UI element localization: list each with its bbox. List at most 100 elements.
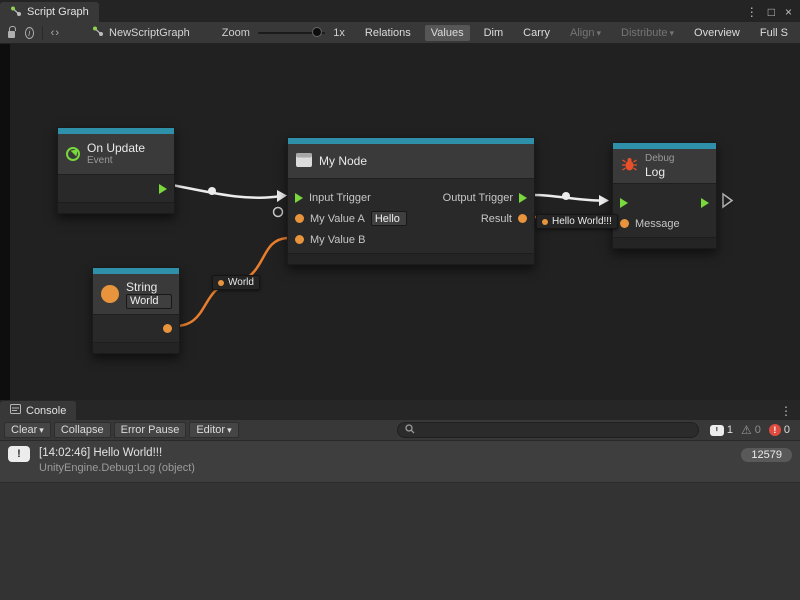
clear-label: Clear [11, 423, 37, 437]
node-footer [93, 342, 179, 353]
error-count-toggle[interactable]: !0 [769, 424, 790, 436]
toolbar-separator [42, 26, 43, 40]
console-search-field[interactable] [397, 422, 699, 438]
info-icon[interactable]: i [25, 27, 34, 39]
zoom-value: 1x [333, 27, 345, 39]
console-log-entry[interactable]: ! [14:02:46] Hello World!!! UnityEngine.… [0, 441, 800, 483]
code-icon[interactable]: ‹ › [51, 27, 58, 39]
warning-count-toggle[interactable]: ⚠0 [741, 424, 761, 436]
lock-icon[interactable] [8, 31, 15, 38]
port-label: Message [635, 218, 680, 230]
toolbar-button-dim[interactable]: Dim [478, 25, 510, 41]
node-title: My Node [319, 154, 367, 168]
maximize-icon[interactable]: □ [768, 5, 775, 19]
string-icon [101, 285, 119, 303]
node-subtitle: Event [87, 155, 145, 167]
node-footer [288, 253, 534, 264]
input-trigger-port[interactable] [620, 198, 628, 208]
editor-button[interactable]: Editor▾ [189, 422, 238, 438]
chevron-down-icon: ▾ [670, 28, 675, 38]
tab-label: Script Graph [27, 6, 89, 18]
message-port[interactable] [620, 219, 629, 228]
port-label: Output Trigger [443, 192, 513, 204]
collapse-button[interactable]: Collapse [54, 422, 111, 438]
node-debug-log[interactable]: Debug Log Message [612, 142, 717, 249]
window-controls: ⋮ □ × [746, 5, 800, 22]
error-count: 0 [784, 424, 790, 436]
my-node-icon [296, 153, 312, 170]
window-tab-bar: Script Graph ⋮ □ × [0, 0, 800, 22]
search-icon [405, 424, 415, 437]
toolbar-button-distribute[interactable]: Distribute▾ [615, 25, 680, 41]
output-trigger-port[interactable] [519, 193, 527, 203]
window-menu-icon[interactable]: ⋮ [746, 5, 758, 19]
error-pause-button[interactable]: Error Pause [114, 422, 187, 438]
align-label: Align [570, 27, 594, 39]
node-string[interactable]: String [92, 267, 180, 354]
tab-script-graph[interactable]: Script Graph [0, 2, 99, 22]
info-log-icon: ! [710, 425, 724, 436]
node-title: On Update [87, 141, 145, 155]
play-indicator-icon [723, 194, 732, 207]
wire-value-chip-result: Hello World!!! [536, 214, 618, 229]
output-trigger-port[interactable] [159, 184, 167, 194]
flow-dot [562, 192, 570, 200]
console-log-list[interactable]: ! [14:02:46] Hello World!!! UnityEngine.… [0, 441, 800, 600]
string-value-input[interactable] [126, 294, 172, 309]
console-search-input[interactable] [419, 424, 691, 436]
input-trigger-port[interactable] [295, 193, 303, 203]
graph-canvas[interactable]: On Update Event String [0, 44, 800, 400]
zoom-slider-knob[interactable] [312, 27, 322, 37]
wire-arrowhead [599, 195, 609, 206]
zoom-label: Zoom [222, 27, 250, 39]
my-value-a-port[interactable] [295, 214, 304, 223]
clear-button[interactable]: Clear▾ [4, 422, 51, 438]
warning-count: 0 [755, 424, 761, 436]
wire-value-label: Hello World!!! [552, 216, 612, 227]
result-port[interactable] [518, 214, 527, 223]
script-graph-icon [10, 5, 22, 20]
console-tab-label: Console [26, 405, 66, 417]
info-count: 1 [727, 424, 733, 436]
port-label: My Value B [310, 234, 365, 246]
my-value-b-port[interactable] [295, 235, 304, 244]
toolbar-button-overview[interactable]: Overview [688, 25, 746, 41]
port-label: Input Trigger [309, 192, 371, 204]
graph-name-label: NewScriptGraph [109, 27, 190, 39]
my-value-a-input[interactable] [371, 211, 407, 226]
bug-icon [621, 157, 638, 175]
on-update-icon [66, 147, 80, 161]
info-count-toggle[interactable]: !1 [710, 424, 733, 436]
toolbar-button-align[interactable]: Align▾ [564, 25, 607, 41]
log-message: [14:02:46] Hello World!!! [39, 446, 732, 461]
warning-icon: ⚠ [741, 424, 752, 436]
console-icon [10, 404, 21, 417]
flow-dot [208, 187, 216, 195]
error-icon: ! [769, 424, 781, 436]
node-footer [58, 202, 174, 213]
log-stacktrace: UnityEngine.Debug:Log (object) [39, 461, 732, 476]
console-menu-icon[interactable]: ⋮ [780, 404, 800, 420]
toolbar-button-carry[interactable]: Carry [517, 25, 556, 41]
toolbar-button-relations[interactable]: Relations [359, 25, 417, 41]
chevron-down-icon: ▾ [227, 423, 232, 437]
toolbar-button-values[interactable]: Values [425, 25, 470, 41]
console-count-toggles: !1 ⚠0 !0 [710, 424, 796, 436]
tab-console[interactable]: Console [0, 401, 76, 420]
zoom-slider[interactable] [258, 32, 325, 34]
node-my-node[interactable]: My Node Input Trigger Output Trigger My … [287, 137, 535, 265]
node-title: Log [645, 165, 674, 179]
console-toolbar: Clear▾ Collapse Error Pause Editor▾ !1 ⚠… [0, 420, 800, 441]
node-on-update[interactable]: On Update Event [57, 127, 175, 214]
close-icon[interactable]: × [785, 5, 792, 19]
string-output-port[interactable] [163, 324, 172, 333]
chevron-down-icon: ▾ [39, 423, 44, 437]
console-panel: Console ⋮ Clear▾ Collapse Error Pause Ed… [0, 400, 800, 600]
graph-name-button[interactable]: NewScriptGraph [92, 25, 190, 40]
port-label: My Value A [310, 213, 365, 225]
wire-value-label: World [228, 277, 254, 288]
output-trigger-port[interactable] [701, 198, 709, 208]
port-label: Result [481, 213, 512, 225]
toolbar-button-fullscreen[interactable]: Full S [754, 25, 794, 41]
console-tab-bar: Console ⋮ [0, 400, 800, 420]
